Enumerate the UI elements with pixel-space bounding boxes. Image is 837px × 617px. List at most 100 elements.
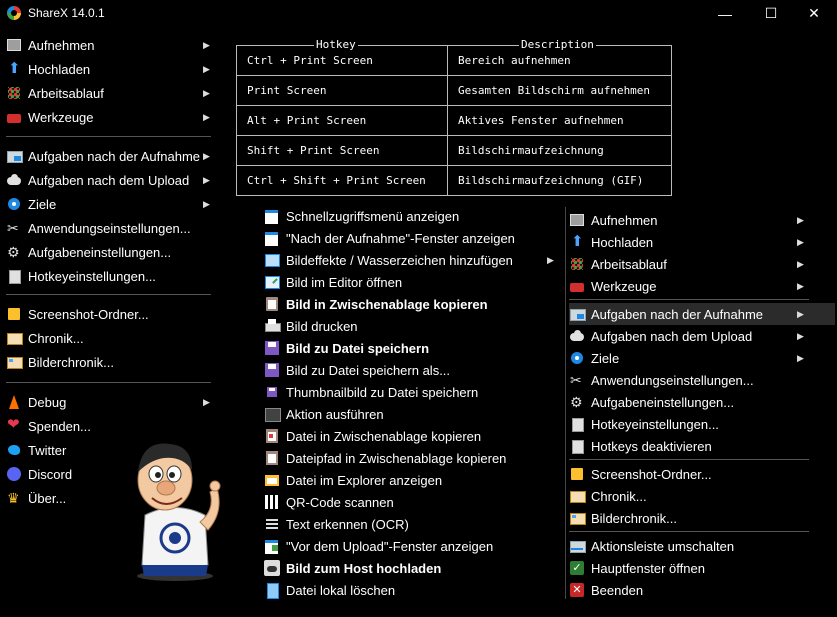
menu-item-label: Twitter bbox=[28, 442, 67, 458]
menu-item-dateipfad-in-zwischenablage-kopieren[interactable]: Dateipfad in Zwischenablage kopieren bbox=[264, 447, 554, 469]
before-upload-window-icon bbox=[264, 538, 280, 554]
menu-item-label: Schnellzugriffsmenü anzeigen bbox=[286, 208, 460, 224]
menu-item-hotkeyeinstellungen[interactable]: Hotkeyeinstellungen... bbox=[569, 413, 835, 435]
menu-item-bild-drucken[interactable]: Bild drucken bbox=[264, 315, 554, 337]
hotkey-disable-icon-part bbox=[572, 440, 584, 454]
menu-item-hochladen[interactable]: ⬆ Hochladen ▶ bbox=[569, 231, 835, 253]
submenu-arrow-icon: ▶ bbox=[797, 352, 804, 363]
menu-item-bild-im-editor-öffnen[interactable]: Bild im Editor öffnen bbox=[264, 271, 554, 293]
submenu-arrow-icon: ▶ bbox=[797, 236, 804, 247]
menu-item-vor-dem-upload-fenster-anzeigen[interactable]: "Vor dem Upload"-Fenster anzeigen bbox=[264, 535, 554, 557]
hotkey-row: Ctrl + Print Screen Bereich aufnehmen bbox=[236, 45, 672, 76]
image-history-icon-part bbox=[9, 359, 13, 362]
hotkey-cell: Shift + Print Screen bbox=[236, 135, 448, 166]
minimize-button[interactable]: — bbox=[702, 0, 748, 27]
action-bar-icon-part bbox=[570, 541, 586, 553]
menu-item-bildeffekte-wasserzeichen-hinzufügen[interactable]: Bildeffekte / Wasserzeichen hinzufügen ▶ bbox=[264, 249, 554, 271]
menu-item-label: Bilderchronik... bbox=[591, 510, 677, 526]
menu-item-datei-im-explorer-anzeigen[interactable]: Datei im Explorer anzeigen bbox=[264, 469, 554, 491]
history-icon-part bbox=[7, 333, 23, 345]
menu-item-arbeitsablauf[interactable]: Arbeitsablauf ▶ bbox=[569, 253, 835, 275]
menu-item-bild-zu-datei-speichern[interactable]: Bild zu Datei speichern bbox=[264, 337, 554, 359]
workflow-grid-icon-part bbox=[8, 87, 20, 99]
cloud-upload-icon bbox=[569, 328, 585, 344]
submenu-arrow-icon: ▶ bbox=[797, 280, 804, 291]
menu-item-label: Bild zu Datei speichern als... bbox=[286, 362, 451, 378]
after-capture-icon-part bbox=[14, 156, 21, 161]
cloud-upload-icon-part bbox=[574, 330, 581, 337]
menu-item-chronik[interactable]: Chronik... bbox=[6, 327, 211, 349]
menu-item-werkzeuge[interactable]: Werkzeuge ▶ bbox=[569, 275, 835, 297]
menu-item-ziele[interactable]: Ziele ▶ bbox=[6, 193, 211, 215]
menu-item-aufgaben-nach-dem-upload[interactable]: Aufgaben nach dem Upload ▶ bbox=[569, 325, 835, 347]
menu-item-aufgabeneinstellungen[interactable]: ⚙ Aufgabeneinstellungen... bbox=[6, 241, 211, 263]
menu-item-qr-code-scannen[interactable]: QR-Code scannen bbox=[264, 491, 554, 513]
menu-item-bild-zu-datei-speichern-als[interactable]: Bild zu Datei speichern als... bbox=[264, 359, 554, 381]
menu-item-screenshot-ordner[interactable]: Screenshot-Ordner... bbox=[569, 463, 835, 485]
menu-item-label: Bild zum Host hochladen bbox=[286, 560, 442, 576]
menu-item-label: Aufgabeneinstellungen... bbox=[591, 394, 735, 410]
menu-item-aufnehmen[interactable]: Aufnehmen ▶ bbox=[569, 209, 835, 231]
menu-item-label: Ziele bbox=[591, 350, 620, 366]
image-history-icon bbox=[6, 354, 23, 370]
menu-item-label: Datei im Explorer anzeigen bbox=[286, 472, 443, 488]
menu-item-chronik[interactable]: Chronik... bbox=[569, 485, 835, 507]
menu-item-hotkeys-deaktivieren[interactable]: Hotkeys deaktivieren bbox=[569, 435, 835, 457]
menu-item-thumbnailbild-zu-datei-speichern[interactable]: Thumbnailbild zu Datei speichern bbox=[264, 381, 554, 403]
menu-item-hauptfenster-öffnen[interactable]: ✓ Hauptfenster öffnen bbox=[569, 557, 835, 579]
menu-item-arbeitsablauf[interactable]: Arbeitsablauf ▶ bbox=[6, 82, 211, 104]
menu-item-aktion-ausführen[interactable]: Aktion ausführen bbox=[264, 403, 554, 425]
toolbox-icon-part bbox=[7, 114, 21, 123]
menu-item-datei-lokal-löschen[interactable]: Datei lokal löschen bbox=[264, 579, 554, 601]
menu-item-werkzeuge[interactable]: Werkzeuge ▶ bbox=[6, 106, 211, 128]
menu-item-aktionsleiste-umschalten[interactable]: Aktionsleiste umschalten bbox=[569, 535, 835, 557]
description-cell: Gesamten Bildschirm aufnehmen bbox=[447, 75, 672, 106]
menu-item-hotkeyeinstellungen[interactable]: Hotkeyeinstellungen... bbox=[6, 265, 211, 287]
menu-item-aufgabeneinstellungen[interactable]: ⚙ Aufgabeneinstellungen... bbox=[569, 391, 835, 413]
menu-item-screenshot-ordner[interactable]: Screenshot-Ordner... bbox=[6, 303, 211, 325]
menu-separator bbox=[6, 382, 211, 383]
description-cell: Bildschirmaufzeichnung (GIF) bbox=[447, 165, 672, 196]
menu-item-label: Aufnehmen bbox=[591, 212, 658, 228]
menu-item-label: Spenden... bbox=[28, 418, 91, 434]
action-bar-icon-part bbox=[571, 548, 583, 550]
history-icon bbox=[569, 488, 586, 504]
menu-item-ziele[interactable]: Ziele ▶ bbox=[569, 347, 835, 369]
menu-item-aufgaben-nach-der-aufnahme[interactable]: Aufgaben nach der Aufnahme ▶ bbox=[569, 303, 835, 325]
menu-item-beenden[interactable]: ✕ Beenden bbox=[569, 579, 835, 601]
after-capture-icon-part bbox=[577, 314, 584, 319]
maximize-button[interactable]: ☐ bbox=[748, 0, 794, 27]
menu-item-bilderchronik[interactable]: Bilderchronik... bbox=[569, 507, 835, 529]
destinations-icon-part bbox=[12, 202, 16, 206]
hotkey-cell: Alt + Print Screen bbox=[236, 105, 448, 136]
submenu-arrow-icon: ▶ bbox=[797, 330, 804, 341]
printer-icon-part bbox=[265, 323, 281, 332]
folder-icon bbox=[569, 466, 585, 482]
menu-item-aufgaben-nach-dem-upload[interactable]: Aufgaben nach dem Upload ▶ bbox=[6, 169, 211, 191]
menu-item-anwendungseinstellungen[interactable]: ✂ Anwendungseinstellungen... bbox=[6, 217, 211, 239]
menu-item-nach-der-aufnahme-fenster-anzeigen[interactable]: "Nach der Aufnahme"-Fenster anzeigen bbox=[264, 227, 554, 249]
menu-item-datei-in-zwischenablage-kopieren[interactable]: Datei in Zwischenablage kopieren bbox=[264, 425, 554, 447]
upload-cloud-icon-part bbox=[267, 566, 277, 572]
menu-item-label: Anwendungseinstellungen... bbox=[591, 372, 754, 388]
after-capture-icon bbox=[6, 148, 23, 164]
menu-item-bild-in-zwischenablage-kopieren[interactable]: Bild in Zwischenablage kopieren bbox=[264, 293, 554, 315]
submenu-arrow-icon: ▶ bbox=[203, 39, 210, 50]
menu-item-aufgaben-nach-der-aufnahme[interactable]: Aufgaben nach der Aufnahme ▶ bbox=[6, 145, 211, 167]
menu-item-text-erkennen-ocr[interactable]: Text erkennen (OCR) bbox=[264, 513, 554, 535]
tools-icon: ✂ bbox=[569, 372, 585, 388]
window-icon bbox=[264, 230, 280, 246]
menu-item-debug[interactable]: Debug ▶ bbox=[6, 391, 211, 413]
close-button[interactable]: ✕ bbox=[791, 0, 837, 27]
menu-item-schnellzugriffsmenü-anzeigen[interactable]: Schnellzugriffsmenü anzeigen bbox=[264, 205, 554, 227]
menu-item-anwendungseinstellungen[interactable]: ✂ Anwendungseinstellungen... bbox=[569, 369, 835, 391]
menu-item-label: Dateipfad in Zwischenablage kopieren bbox=[286, 450, 507, 466]
menu-item-bilderchronik[interactable]: Bilderchronik... bbox=[6, 351, 211, 373]
menu-item-bild-zum-host-hochladen[interactable]: Bild zum Host hochladen bbox=[264, 557, 554, 579]
hotkey-row: Alt + Print Screen Aktives Fenster aufneh… bbox=[236, 105, 672, 136]
checkmark-icon-part: ✓ bbox=[570, 561, 584, 575]
submenu-arrow-icon: ▶ bbox=[203, 174, 210, 185]
menu-item-hochladen[interactable]: ⬆ Hochladen ▶ bbox=[6, 58, 211, 80]
terminal-icon-part bbox=[265, 408, 281, 422]
menu-item-aufnehmen[interactable]: Aufnehmen ▶ bbox=[6, 34, 211, 56]
